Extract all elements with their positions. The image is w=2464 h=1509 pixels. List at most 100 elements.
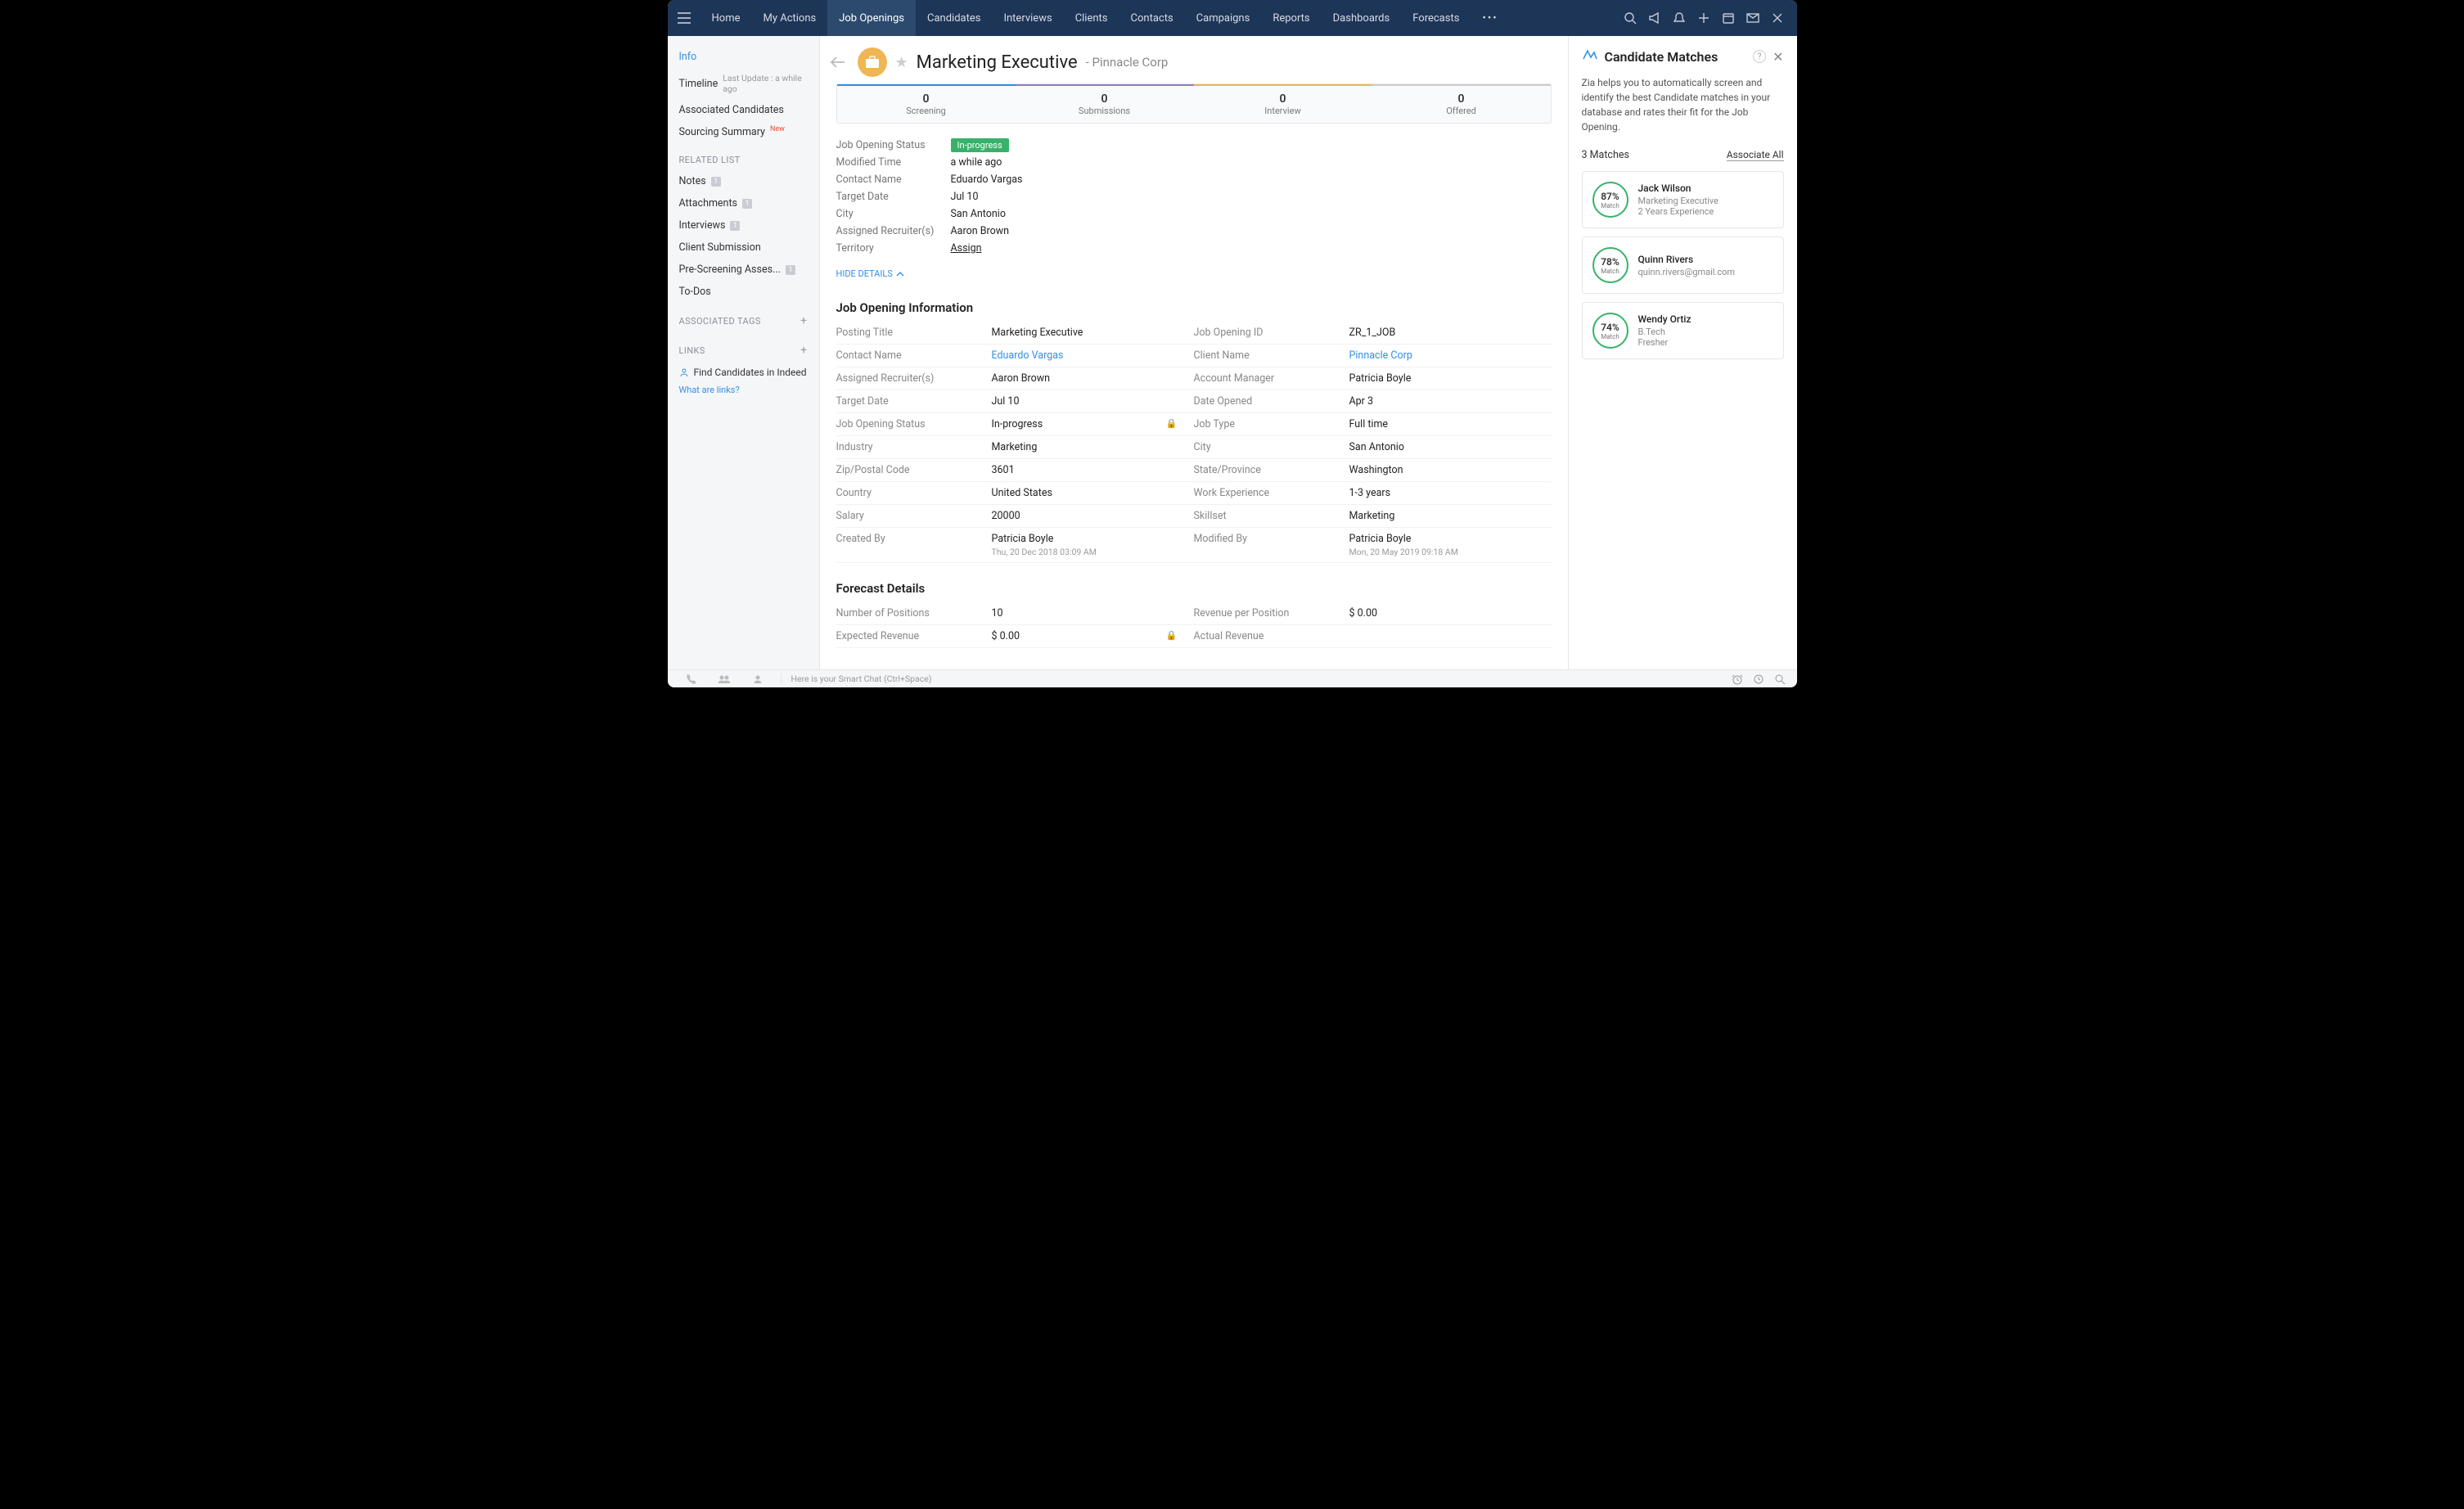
- sidebar-item-to-dos[interactable]: To-Dos: [668, 281, 819, 303]
- info-row: Account ManagerPatricia Boyle: [1194, 367, 1552, 390]
- related-list-header: RELATED LIST: [668, 143, 819, 170]
- forecast-section-title: Forecast Details: [820, 563, 1568, 602]
- nav-tab-candidates[interactable]: Candidates: [916, 0, 992, 36]
- lock-icon: 🔒: [1166, 418, 1178, 429]
- plus-icon[interactable]: [1697, 11, 1710, 25]
- info-row: Assigned Recruiter(s)Aaron Brown: [836, 367, 1194, 390]
- footer-history-icon[interactable]: [1753, 673, 1764, 685]
- associate-all-button[interactable]: Associate All: [1727, 149, 1784, 161]
- close-icon[interactable]: ✕: [1773, 49, 1783, 65]
- info-row: Zip/Postal Code3601: [836, 459, 1194, 482]
- sidebar-item-interviews[interactable]: Interviews 1: [668, 214, 819, 236]
- summary-row: Contact NameEduardo Vargas: [836, 171, 1552, 188]
- info-row: Revenue per Position$ 0.00: [1194, 602, 1552, 625]
- top-nav: HomeMy ActionsJob OpeningsCandidatesInte…: [668, 0, 1797, 36]
- sidebar-item-timeline[interactable]: Timeline Last Update : a while ago: [668, 68, 819, 99]
- assign-link[interactable]: Assign: [951, 242, 982, 255]
- nav-tabs: HomeMy ActionsJob OpeningsCandidatesInte…: [700, 0, 1471, 36]
- sidebar-item-sourcing-summary[interactable]: Sourcing SummaryNew: [668, 121, 819, 143]
- help-icon[interactable]: ?: [1753, 50, 1766, 63]
- links-header: LINKS+: [668, 332, 819, 362]
- search-icon[interactable]: [1624, 11, 1637, 25]
- left-sidebar: InfoTimeline Last Update : a while agoAs…: [668, 36, 820, 669]
- favorite-star-icon[interactable]: ★: [895, 54, 908, 71]
- sidebar-item-pre-screening-asses-[interactable]: Pre-Screening Asses... 1: [668, 259, 819, 281]
- match-card[interactable]: 78%MatchQuinn Riversquinn.rivers@gmail.c…: [1582, 236, 1784, 294]
- info-row: Client NamePinnacle Corp: [1194, 345, 1552, 367]
- info-row: Actual Revenue: [1194, 625, 1552, 648]
- info-row: CountryUnited States: [836, 482, 1194, 505]
- info-row: Salary20000: [836, 505, 1194, 528]
- tools-icon[interactable]: [1771, 11, 1784, 25]
- summary-row: Target DateJul 10: [836, 188, 1552, 205]
- nav-tab-campaigns[interactable]: Campaigns: [1185, 0, 1262, 36]
- match-score-ring: 78%Match: [1592, 247, 1628, 283]
- associated-tags-header: ASSOCIATED TAGS+: [668, 303, 819, 332]
- find-candidates-link[interactable]: Find Candidates in Indeed: [668, 362, 819, 383]
- info-row: IndustryMarketing: [836, 436, 1194, 459]
- footer-bar: Here is your Smart Chat (Ctrl+Space): [668, 669, 1797, 687]
- hamburger-icon[interactable]: [668, 12, 700, 24]
- pipeline-offered[interactable]: 0Offered: [1372, 84, 1551, 123]
- pipeline-bar: 0Screening0Submissions0Interview0Offered: [836, 83, 1552, 124]
- megaphone-icon[interactable]: [1648, 11, 1661, 25]
- footer-contact-icon[interactable]: [753, 674, 763, 684]
- summary-row: Job Opening StatusIn-progress: [836, 137, 1552, 154]
- matches-description: Zia helps you to automatically screen an…: [1582, 75, 1784, 134]
- info-row: Job Opening IDZR_1_JOB: [1194, 322, 1552, 345]
- bell-icon[interactable]: [1673, 11, 1686, 25]
- add-link-icon[interactable]: +: [800, 344, 807, 357]
- summary-row: Modified Timea while ago: [836, 154, 1552, 171]
- matches-panel-title: Candidate Matches: [1605, 49, 1747, 65]
- info-row: Modified ByPatricia BoyleMon, 20 May 201…: [1194, 528, 1552, 563]
- nav-tab-job-openings[interactable]: Job Openings: [827, 0, 916, 36]
- footer-phone-icon[interactable]: [686, 674, 696, 684]
- nav-tab-home[interactable]: Home: [700, 0, 752, 36]
- back-arrow-icon[interactable]: [827, 56, 849, 69]
- info-row: Job TypeFull time: [1194, 413, 1552, 436]
- info-row: Contact NameEduardo Vargas: [836, 345, 1194, 367]
- hide-details-toggle[interactable]: HIDE DETAILS: [820, 257, 1568, 282]
- pipeline-screening[interactable]: 0Screening: [837, 84, 1016, 123]
- footer-group-icon[interactable]: [718, 674, 730, 684]
- links-help[interactable]: What are links?: [668, 383, 819, 397]
- summary-row: Assigned Recruiter(s)Aaron Brown: [836, 223, 1552, 240]
- sidebar-item-client-submission[interactable]: Client Submission: [668, 236, 819, 259]
- info-row: Target DateJul 10: [836, 390, 1194, 413]
- smart-chat-hint[interactable]: Here is your Smart Chat (Ctrl+Space): [781, 673, 1720, 684]
- matches-count: 3 Matches: [1582, 149, 1629, 161]
- sidebar-item-associated-candidates[interactable]: Associated Candidates: [668, 99, 819, 121]
- sidebar-item-attachments[interactable]: Attachments 1: [668, 192, 819, 214]
- nav-tab-interviews[interactable]: Interviews: [992, 0, 1063, 36]
- job-info-section-title: Job Opening Information: [820, 282, 1568, 322]
- footer-alarm-icon[interactable]: [1732, 673, 1743, 685]
- mail-icon[interactable]: [1746, 11, 1759, 25]
- footer-search-icon[interactable]: [1774, 673, 1786, 685]
- nav-tab-reports[interactable]: Reports: [1261, 0, 1321, 36]
- nav-tab-clients[interactable]: Clients: [1064, 0, 1119, 36]
- match-card[interactable]: 74%MatchWendy OrtizB.TechFresher: [1582, 302, 1784, 359]
- nav-tab-dashboards[interactable]: Dashboards: [1322, 0, 1402, 36]
- job-opening-avatar-icon: [858, 47, 887, 77]
- sidebar-item-notes[interactable]: Notes 1: [668, 170, 819, 192]
- page-title: Marketing Executive: [917, 52, 1078, 73]
- nav-tab-my-actions[interactable]: My Actions: [751, 0, 827, 36]
- sidebar-item-info[interactable]: Info: [668, 46, 819, 68]
- info-row: Work Experience1-3 years: [1194, 482, 1552, 505]
- match-card[interactable]: 87%MatchJack WilsonMarketing Executive2 …: [1582, 171, 1784, 228]
- match-score-ring: 87%Match: [1592, 182, 1628, 218]
- zia-icon: [1582, 47, 1598, 65]
- info-row: Expected Revenue$ 0.00🔒: [836, 625, 1194, 648]
- info-row: Date OpenedApr 3: [1194, 390, 1552, 413]
- add-tag-icon[interactable]: +: [800, 314, 807, 327]
- page-subtitle: - Pinnacle Corp: [1086, 55, 1169, 70]
- pipeline-interview[interactable]: 0Interview: [1194, 84, 1372, 123]
- info-row: Posting TitleMarketing Executive: [836, 322, 1194, 345]
- nav-tab-forecasts[interactable]: Forecasts: [1401, 0, 1471, 36]
- calendar-icon[interactable]: [1722, 11, 1735, 25]
- lock-icon: 🔒: [1166, 630, 1178, 641]
- main-content: ★ Marketing Executive - Pinnacle Corp 0S…: [820, 36, 1568, 669]
- nav-tab-contacts[interactable]: Contacts: [1119, 0, 1185, 36]
- nav-more-icon[interactable]: •••: [1471, 12, 1509, 25]
- pipeline-submissions[interactable]: 0Submissions: [1016, 84, 1194, 123]
